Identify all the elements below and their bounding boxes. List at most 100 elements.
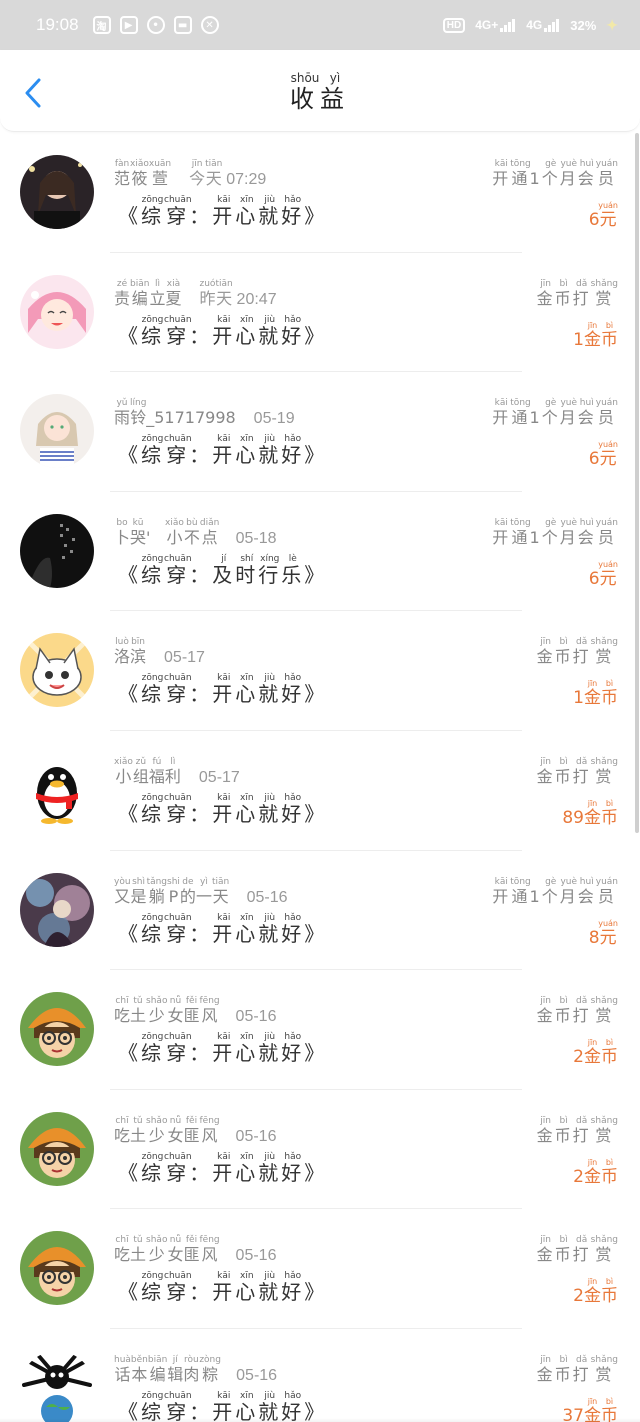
ruby-char: 金jīn bbox=[536, 756, 555, 786]
ruby-char: 综zōng bbox=[141, 553, 164, 587]
user-name[interactable]: 吃chī土tǔ少shǎo女nǚ匪fěi风fēng 05-16 bbox=[114, 1235, 276, 1265]
ruby-char: 元yuán bbox=[598, 440, 618, 470]
ruby-char: 风fēng bbox=[199, 1115, 220, 1145]
ruby-char: 及jí bbox=[212, 553, 236, 587]
income-type: 金jīn币bì打dǎ赏shǎng bbox=[537, 1235, 618, 1265]
ruby-char: 赏shǎng bbox=[590, 996, 618, 1026]
avatar[interactable] bbox=[20, 394, 94, 469]
book-title: 《综zōng穿chuān：开kāi心xīn就jiù好hǎo》 bbox=[118, 195, 328, 228]
top-app-bar: 收shōu益yì bbox=[0, 50, 640, 132]
user-name[interactable]: 小xiǎo组zǔ福fú利lì 05-17 bbox=[114, 757, 240, 787]
ruby-char: 打dǎ bbox=[572, 637, 591, 667]
user-name[interactable]: 话huà本běn编biān辑jí肉ròu粽zòng 05-16 bbox=[114, 1355, 277, 1385]
ruby-char: 打dǎ bbox=[572, 756, 591, 786]
ruby-char: 金jīn bbox=[584, 1038, 601, 1068]
income-type: 开kāi通tōng1个gè月yuè会huì员yuán bbox=[492, 159, 618, 188]
list-item[interactable]: 又yòu是shì躺tǎngPshi的de一yì天tiān 05-16 《综zōng穿… bbox=[0, 851, 632, 971]
list-item[interactable]: 雨yǔ铃líng_51717998 05-19 《综zōng穿chuān：开kāi心… bbox=[0, 372, 632, 492]
ruby-char: 范fàn bbox=[114, 159, 131, 188]
ruby-char: 点diǎn bbox=[199, 517, 220, 547]
ruby-char: 穿chuān bbox=[164, 553, 192, 587]
ruby-char: 好hǎo bbox=[281, 673, 305, 707]
ruby-char: 金jīn bbox=[536, 637, 555, 667]
ruby-char: 员yuán bbox=[595, 159, 618, 188]
ruby-char: 穿chuān bbox=[164, 673, 192, 707]
book-title: 《综zōng穿chuān：开kāi心xīn就jiù好hǎo》 bbox=[118, 912, 328, 946]
avatar[interactable] bbox=[20, 274, 94, 349]
book-title: 《综zōng穿chuān：开kāi心xīn就jiù好hǎo》 bbox=[118, 434, 328, 468]
list-item[interactable]: 吃chī土tǔ少shǎo女nǚ匪fěi风fēng 05-16 《综zōng穿chuā… bbox=[0, 1090, 632, 1210]
ruby-char: 就jiù bbox=[258, 792, 282, 826]
ruby-char: 滨bīn bbox=[130, 637, 147, 667]
ruby-char: 风fēng bbox=[199, 1235, 220, 1265]
ruby-char: 心xīn bbox=[235, 792, 259, 826]
ruby-char: 通tōng bbox=[510, 876, 531, 906]
ruby-char: 萱xuān bbox=[148, 159, 172, 188]
user-name[interactable]: 范fàn筱xiǎo萱xuān 今jīn天tiān 07:29 bbox=[114, 159, 266, 189]
hd-icon: HD bbox=[442, 17, 466, 33]
timestamp: 05-16 bbox=[235, 1127, 277, 1145]
avatar[interactable] bbox=[20, 155, 94, 229]
ruby-char: 心xīn bbox=[235, 673, 259, 707]
income-list[interactable]: 范fàn筱xiǎo萱xuān 今jīn天tiān 07:29 《综zōng穿chuā… bbox=[0, 133, 632, 1422]
ruby-char: 月yuè bbox=[559, 517, 578, 547]
list-item[interactable]: 吃chī土tǔ少shǎo女nǚ匪fěi风fēng 05-16 《综zōng穿chuā… bbox=[0, 1209, 632, 1329]
ruby-char: 编biān bbox=[147, 1354, 168, 1384]
ruby-char: 心xīn bbox=[235, 1151, 259, 1185]
ruby-char: 铃líng bbox=[130, 398, 147, 428]
scrollbar-thumb[interactable] bbox=[635, 133, 639, 833]
ruby-char: 元yuán bbox=[598, 559, 618, 589]
ruby-char: 昨zuó bbox=[199, 278, 216, 308]
avatar[interactable] bbox=[20, 1231, 94, 1306]
ruby-char: 赏shǎng bbox=[590, 1115, 618, 1145]
ruby-char: 月yuè bbox=[559, 159, 578, 188]
fitness-icon: ✕ bbox=[200, 16, 219, 34]
income-amount: 2金jīn币bì bbox=[573, 1038, 618, 1068]
ruby-char: 赏shǎng bbox=[590, 637, 618, 667]
ruby-char: 开kāi bbox=[492, 876, 511, 906]
income-type: 金jīn币bì打dǎ赏shǎng bbox=[537, 996, 618, 1026]
ruby-char: 肉ròu bbox=[183, 1354, 200, 1384]
ruby-char: 金jīn bbox=[584, 679, 601, 709]
list-item[interactable]: 话huà本běn编biān辑jí肉ròu粽zòng05-16 《综zōng穿chu… bbox=[0, 1329, 632, 1422]
avatar[interactable] bbox=[20, 1111, 94, 1186]
list-item[interactable]: 洛luò滨bīn 05-17 《综zōng穿chuān：开kāi心xīn就jiù好h… bbox=[0, 611, 632, 731]
ruby-char: 就jiù bbox=[258, 1271, 282, 1305]
user-name[interactable]: 雨yǔ铃líng_51717998 05-19 bbox=[114, 398, 295, 428]
ruby-char: 福fú bbox=[148, 756, 165, 786]
ruby-char: 匪fěi bbox=[183, 1115, 200, 1145]
user-name[interactable]: 又yòu是shì躺tǎngPshi的de一yì天tiān 05-16 bbox=[114, 877, 288, 907]
ruby-char: 乐lè bbox=[281, 553, 305, 587]
avatar[interactable] bbox=[20, 872, 94, 947]
user-name[interactable]: 吃chī土tǔ少shǎo女nǚ匪fěi风fēng 05-16 bbox=[114, 996, 276, 1026]
ruby-char: 个gè bbox=[541, 876, 560, 906]
ruby-char: 心xīn bbox=[235, 314, 259, 348]
ruby-char: 好hǎo bbox=[281, 314, 305, 348]
avatar[interactable] bbox=[20, 1350, 94, 1422]
list-item[interactable]: 责zé编biān立lì夏xià 昨zuó天tiān 20:47 《综zōng穿chu… bbox=[0, 253, 632, 373]
list-item[interactable]: 吃chī土tǔ少shǎo女nǚ匪fěi风fēng 05-16 《综zōng穿chuā… bbox=[0, 970, 632, 1090]
avatar[interactable] bbox=[20, 633, 94, 708]
ruby-char: 好hǎo bbox=[281, 1151, 305, 1185]
list-item[interactable]: 范fàn筱xiǎo萱xuān 今jīn天tiān 07:29 《综zōng穿chuā… bbox=[0, 133, 632, 253]
ruby-char: 本běn bbox=[130, 1354, 148, 1384]
network-label-1: 4G+ bbox=[475, 18, 499, 32]
user-name[interactable]: 洛luò滨bīn 05-17 bbox=[114, 637, 205, 667]
list-item[interactable]: 小xiǎo组zǔ福fú利lì 05-17 《综zōng穿chuān：开kāi心xīn… bbox=[0, 731, 632, 851]
book-title: 《综zōng穿chuān：开kāi心xīn就jiù好hǎo》 bbox=[118, 1032, 328, 1066]
ruby-char: 金jīn bbox=[536, 1354, 555, 1384]
timestamp: 05-18 bbox=[235, 529, 277, 547]
list-item[interactable]: 卜bo哭kū' 小xiǎo不bù点diǎn05-18 《综zōng穿chuān：及… bbox=[0, 492, 632, 612]
user-name[interactable]: 吃chī土tǔ少shǎo女nǚ匪fěi风fēng 05-16 bbox=[114, 1116, 276, 1146]
user-name[interactable]: 卜bo哭kū' 小xiǎo不bù点diǎn05-18 bbox=[114, 518, 277, 548]
ruby-char: 好hǎo bbox=[281, 434, 305, 468]
ruby-char: 卜bo bbox=[114, 517, 131, 547]
tencent-video-icon: ▶ bbox=[119, 16, 138, 34]
avatar[interactable] bbox=[20, 752, 94, 827]
ruby-char: 好hǎo bbox=[281, 1032, 305, 1066]
avatar[interactable] bbox=[20, 513, 94, 588]
user-name[interactable]: 责zé编biān立lì夏xià 昨zuó天tiān 20:47 bbox=[114, 279, 277, 309]
ruby-char: 少shǎo bbox=[146, 1115, 168, 1145]
ruby-char: 洛luò bbox=[114, 637, 131, 667]
avatar[interactable] bbox=[20, 992, 94, 1067]
